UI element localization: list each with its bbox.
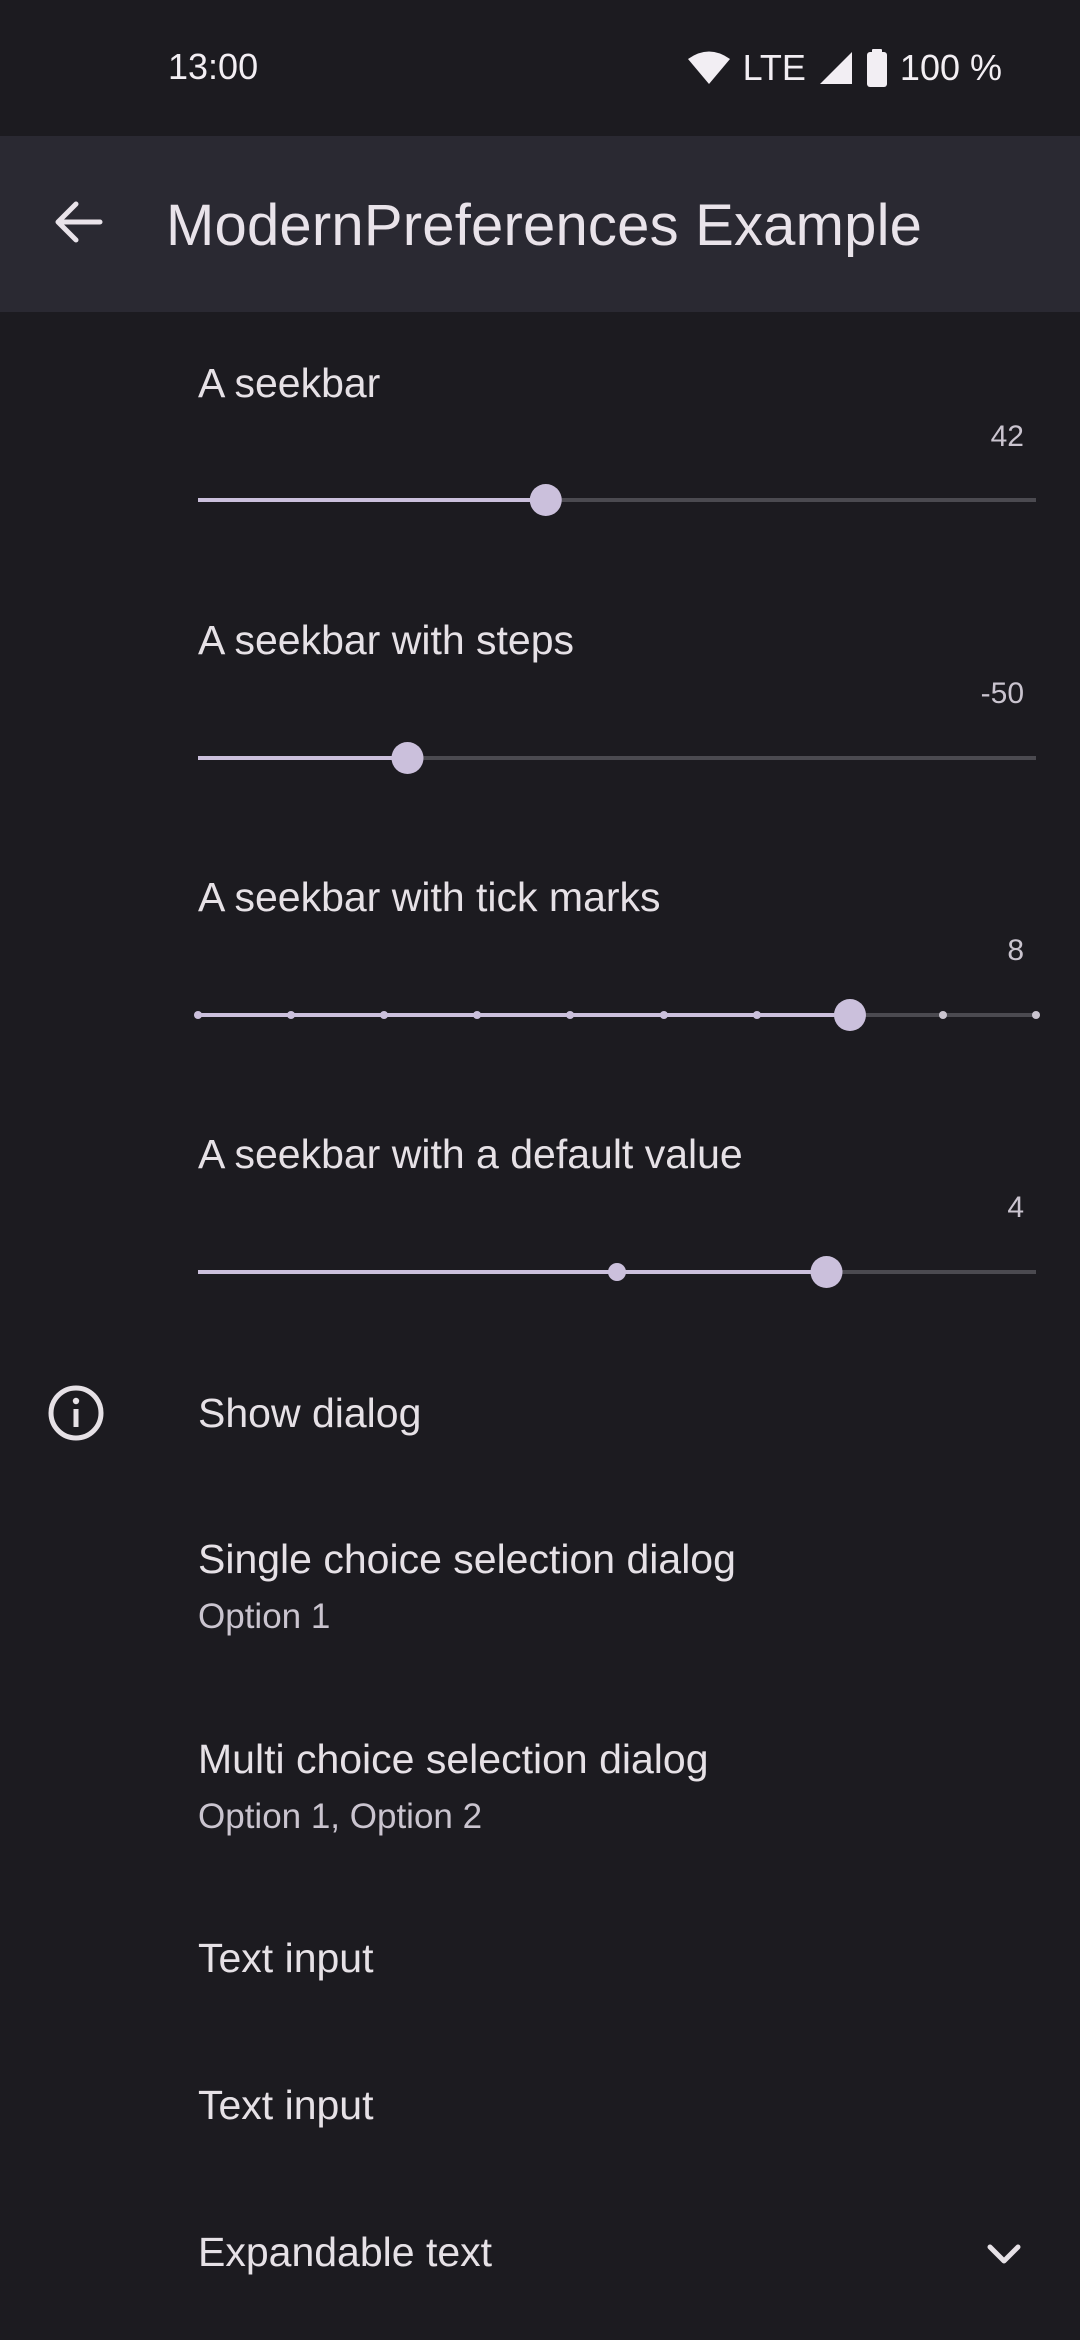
app-bar: ModernPreferences Example — [0, 136, 1080, 312]
seekbar-tick — [566, 1011, 575, 1019]
seekbar[interactable] — [198, 480, 1036, 520]
seekbar-thumb[interactable] — [391, 742, 424, 774]
seekbar-tick — [659, 1011, 668, 1019]
seekbar-ticks[interactable] — [194, 995, 1040, 1035]
seekbar-ticks-value: 8 — [1007, 934, 1024, 967]
seekbar-thumb[interactable] — [833, 999, 866, 1031]
seekbar-svg — [198, 1256, 1036, 1288]
seekbar-default-marker — [608, 1263, 626, 1281]
status-indicators: LTE 100 % — [687, 46, 1002, 90]
seekbar-value: 42 — [990, 420, 1024, 453]
expandable-text-title: Expandable text — [198, 2229, 493, 2275]
battery-icon — [866, 49, 888, 87]
seekbar-title: A seekbar — [198, 360, 381, 406]
seekbar-tick — [473, 1011, 482, 1019]
status-time: 13:00 — [168, 46, 259, 87]
single-choice-summary: Option 1 — [198, 1597, 331, 1636]
seekbar-svg — [198, 484, 1036, 516]
seekbar-steps-value: -50 — [980, 677, 1024, 710]
seekbar-tick — [287, 1011, 296, 1019]
seekbar-thumb[interactable] — [810, 1256, 843, 1288]
seekbar-default-value: 4 — [1007, 1191, 1024, 1224]
seekbar-ticks-title: A seekbar with tick marks — [198, 874, 661, 920]
seekbar-default[interactable] — [198, 1252, 1036, 1292]
info-icon — [46, 1383, 106, 1443]
page-title: ModernPreferences Example — [166, 193, 923, 258]
signal-icon — [818, 50, 854, 86]
seekbar-tick — [194, 1011, 202, 1019]
multi-choice-title: Multi choice selection dialog — [198, 1736, 709, 1782]
seekbar-thumb[interactable] — [529, 484, 562, 516]
text-input-title-2: Text input — [198, 2082, 374, 2128]
network-type: LTE — [742, 47, 806, 88]
chevron-down-icon[interactable] — [984, 2234, 1024, 2274]
seekbar-steps-title: A seekbar with steps — [198, 617, 575, 663]
text-input-title: Text input — [198, 1935, 374, 1981]
battery-level: 100 % — [899, 47, 1002, 88]
arrow-back-icon — [52, 200, 104, 249]
seekbar-tick — [938, 1011, 947, 1019]
seekbar-steps[interactable] — [198, 738, 1036, 778]
show-dialog-title: Show dialog — [198, 1390, 422, 1436]
wifi-icon — [687, 50, 731, 86]
back-button[interactable] — [38, 184, 118, 264]
seekbar-tick — [380, 1011, 389, 1019]
status-bar: 13:00 LTE 100 % — [0, 0, 1080, 136]
seekbar-tick — [752, 1011, 761, 1019]
multi-choice-summary: Option 1, Option 2 — [198, 1797, 483, 1836]
seekbar-svg — [198, 742, 1036, 774]
seekbar-svg — [194, 999, 1040, 1031]
single-choice-title: Single choice selection dialog — [198, 1536, 736, 1582]
seekbar-default-title: A seekbar with a default value — [198, 1131, 743, 1177]
seekbar-tick — [1032, 1011, 1040, 1019]
